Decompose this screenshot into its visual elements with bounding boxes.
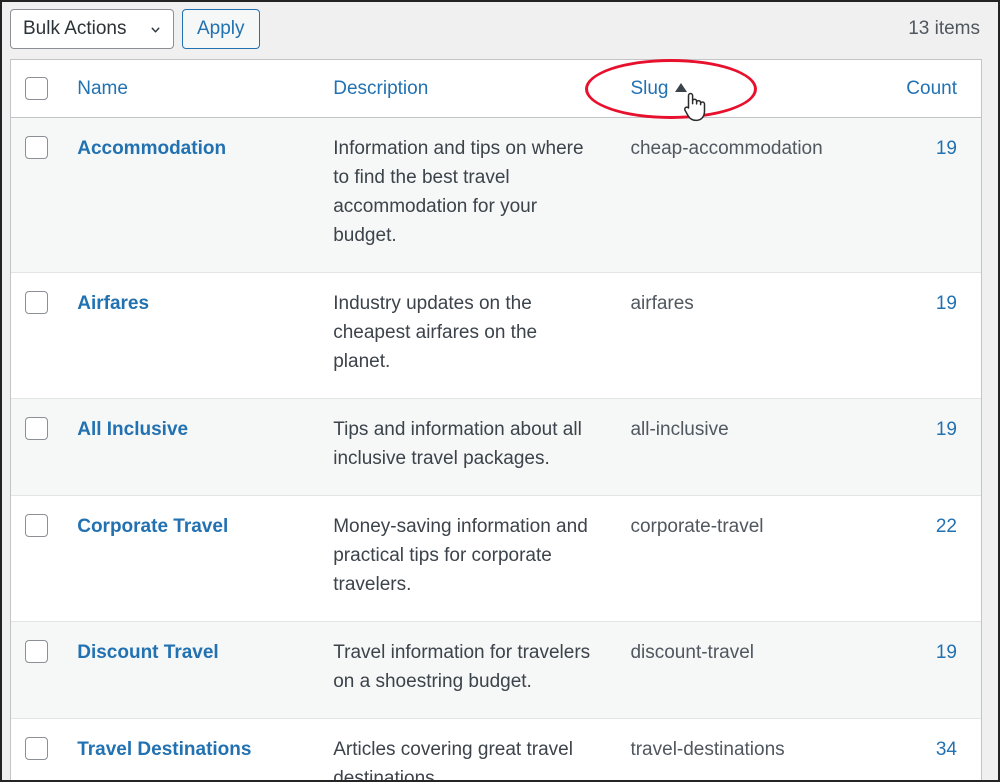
row-name-cell: Travel Destinations	[67, 718, 317, 780]
row-slug-cell: cheap-accommodation	[613, 118, 861, 272]
chevron-down-icon	[149, 24, 162, 37]
category-name-link[interactable]: Airfares	[77, 293, 149, 314]
row-slug-cell: corporate-travel	[613, 495, 861, 621]
row-name-cell: Airfares	[67, 272, 317, 398]
row-name-cell: Accommodation	[67, 118, 317, 272]
row-count-cell: 19	[860, 621, 981, 718]
category-name-link[interactable]: Travel Destinations	[77, 739, 251, 760]
category-name-link[interactable]: Corporate Travel	[77, 516, 228, 537]
select-all-header	[11, 60, 68, 118]
table-row: All Inclusive Tips and information about …	[11, 398, 981, 495]
category-name-link[interactable]: All Inclusive	[77, 419, 188, 440]
sort-by-description-link[interactable]: Description	[333, 78, 428, 100]
bulk-actions-select[interactable]: Bulk Actions	[10, 8, 174, 49]
sort-ascending-triangle-icon	[675, 83, 688, 92]
slug-header-label: Slug	[630, 77, 669, 99]
table-row: Discount Travel Travel information for tr…	[11, 621, 981, 718]
row-description-cell: Industry updates on the cheapest airfare…	[316, 272, 614, 398]
sort-by-name-link[interactable]: Name	[77, 78, 128, 100]
row-checkbox[interactable]	[25, 417, 48, 440]
row-select-cell	[11, 621, 68, 718]
category-description: Articles covering great travel destinati…	[333, 739, 573, 782]
bulk-actions-label: Bulk Actions	[23, 18, 127, 39]
table-row: Airfares Industry updates on the cheapest…	[11, 272, 981, 398]
row-count-cell: 19	[860, 398, 981, 495]
row-select-cell	[11, 272, 68, 398]
row-slug-cell: discount-travel	[613, 621, 861, 718]
category-description: Tips and information about all inclusive…	[333, 419, 582, 469]
row-name-cell: All Inclusive	[67, 398, 317, 495]
row-slug-cell: all-inclusive	[613, 398, 861, 495]
row-count-cell: 19	[860, 118, 981, 272]
category-description: Industry updates on the cheapest airfare…	[333, 293, 538, 372]
row-checkbox[interactable]	[25, 640, 48, 663]
select-all-checkbox[interactable]	[25, 77, 48, 100]
row-checkbox[interactable]	[25, 136, 48, 159]
category-name-link[interactable]: Accommodation	[77, 138, 226, 159]
column-header-name[interactable]: Name	[67, 60, 317, 118]
items-count-label: 13 items	[908, 18, 980, 39]
row-count-cell: 19	[860, 272, 981, 398]
category-name-link[interactable]: Discount Travel	[77, 642, 219, 663]
row-checkbox[interactable]	[25, 291, 48, 314]
row-count-cell: 22	[860, 495, 981, 621]
apply-button[interactable]: Apply	[182, 8, 260, 49]
row-select-cell	[11, 398, 68, 495]
category-count-link[interactable]: 19	[936, 138, 957, 159]
category-count-link[interactable]: 19	[936, 419, 957, 440]
row-description-cell: Travel information for travelers on a sh…	[316, 621, 614, 718]
table-body: Accommodation Information and tips on whe…	[11, 118, 981, 782]
row-name-cell: Corporate Travel	[67, 495, 317, 621]
category-count-link[interactable]: 34	[936, 739, 957, 760]
screenshot-frame: Bulk Actions Apply 13 items Name Descrip…	[0, 0, 1000, 782]
table-navigation-top: Bulk Actions Apply 13 items	[2, 2, 998, 55]
row-description-cell: Information and tips on where to find th…	[316, 118, 614, 272]
row-description-cell: Articles covering great travel destinati…	[316, 718, 614, 782]
category-count-link[interactable]: 19	[936, 293, 957, 314]
table-row: Accommodation Information and tips on whe…	[11, 118, 981, 272]
row-checkbox[interactable]	[25, 514, 48, 537]
table-row: Corporate Travel Money-saving information…	[11, 495, 981, 621]
categories-table: Name Description Slug Count Accommodatio…	[10, 59, 982, 782]
row-select-cell	[11, 495, 68, 621]
column-header-slug[interactable]: Slug	[613, 60, 861, 118]
sort-by-slug-link[interactable]: Slug	[630, 77, 688, 100]
row-slug-cell: travel-destinations	[613, 718, 861, 780]
category-description: Information and tips on where to find th…	[333, 138, 584, 246]
sort-by-count-link[interactable]: Count	[906, 78, 957, 100]
category-description: Money-saving information and practical t…	[333, 516, 588, 595]
table-row: Travel Destinations Articles covering gre…	[11, 718, 981, 782]
row-select-cell	[11, 118, 68, 272]
category-description: Travel information for travelers on a sh…	[333, 642, 591, 692]
table-header-row: Name Description Slug Count	[11, 60, 981, 118]
row-checkbox[interactable]	[25, 737, 48, 760]
row-description-cell: Tips and information about all inclusive…	[316, 398, 614, 495]
row-slug-cell: airfares	[613, 272, 861, 398]
row-description-cell: Money-saving information and practical t…	[316, 495, 614, 621]
row-count-cell: 34	[860, 718, 981, 780]
table-head: Name Description Slug Count	[11, 60, 981, 118]
column-header-description[interactable]: Description	[316, 60, 614, 118]
row-name-cell: Discount Travel	[67, 621, 317, 718]
column-header-count[interactable]: Count	[860, 60, 981, 118]
category-count-link[interactable]: 19	[936, 642, 957, 663]
row-select-cell	[11, 718, 68, 780]
category-count-link[interactable]: 22	[936, 516, 957, 537]
